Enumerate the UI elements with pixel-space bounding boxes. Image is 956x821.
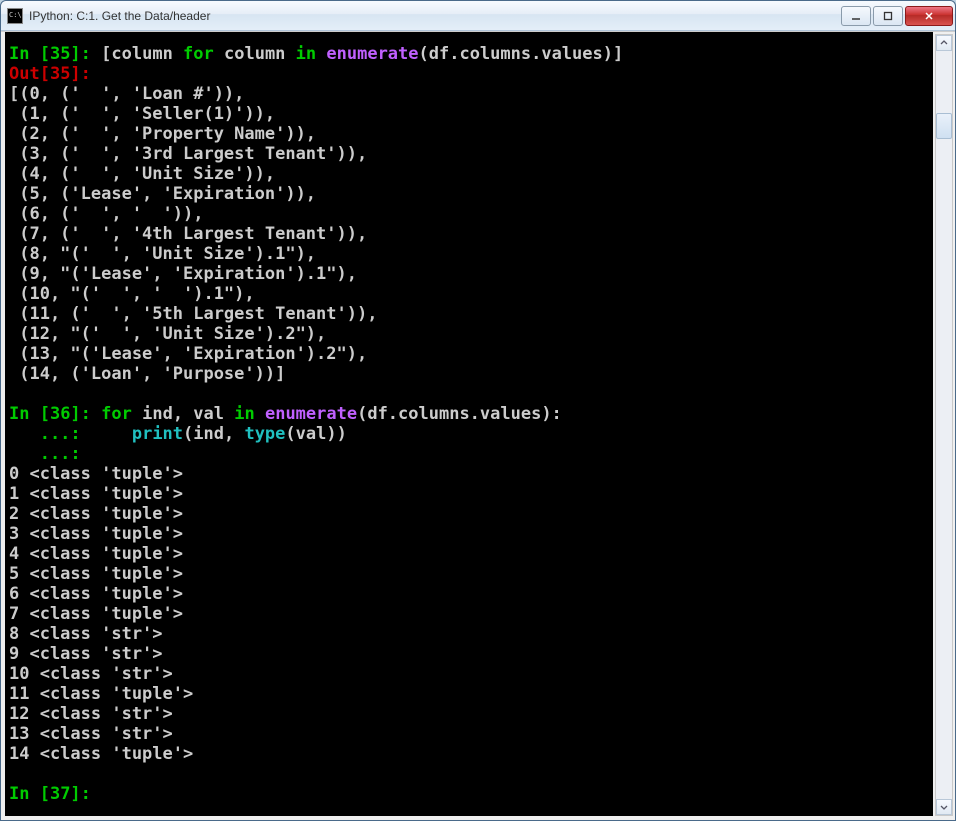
out-line: 12 <class 'str'> [9,704,173,724]
out-line: 6 <class 'tuple'> [9,584,183,604]
terminal-output[interactable]: In [35]: [column for column in enumerate… [5,32,933,816]
out-line: 2 <class 'tuple'> [9,504,183,524]
out-line: (6, (' ', ' ')), [9,204,203,224]
window-controls [841,6,953,26]
continuation-prompt: ...: [9,424,81,444]
out-line: (4, (' ', 'Unit Size')), [9,164,275,184]
maximize-icon [883,11,893,21]
in-prompt: In [9,44,40,64]
chevron-down-icon [940,803,948,811]
maximize-button[interactable] [873,6,903,26]
console-window: IPython: C:1. Get the Data/header In [35… [0,0,956,821]
out-line: 0 <class 'tuple'> [9,464,183,484]
out-line: 1 <class 'tuple'> [9,484,183,504]
out-line: (2, (' ', 'Property Name')), [9,124,316,144]
out-line: 4 <class 'tuple'> [9,544,183,564]
close-button[interactable] [905,6,953,26]
scroll-thumb[interactable] [936,113,952,139]
out-line: 9 <class 'str'> [9,644,163,664]
in-prompt: In [9,784,40,804]
out-line: 5 <class 'tuple'> [9,564,183,584]
out-line: 10 <class 'str'> [9,664,173,684]
out-line: (10, "(' ', ' ').1"), [9,284,255,304]
out-line: (7, (' ', '4th Largest Tenant')), [9,224,367,244]
chevron-up-icon [940,39,948,47]
window-title: IPython: C:1. Get the Data/header [29,9,841,23]
out-prompt: Out [9,64,40,84]
minimize-button[interactable] [841,6,871,26]
app-icon [7,8,23,24]
out-line: 3 <class 'tuple'> [9,524,183,544]
out-line: 7 <class 'tuple'> [9,604,183,624]
titlebar[interactable]: IPython: C:1. Get the Data/header [1,1,955,31]
out-line: 13 <class 'str'> [9,724,173,744]
out-line: 8 <class 'str'> [9,624,163,644]
in-prompt: In [9,404,40,424]
out-line: (13, "('Lease', 'Expiration').2"), [9,344,367,364]
continuation-prompt: ...: [9,444,81,464]
out-line: 11 <class 'tuple'> [9,684,193,704]
scroll-up-button[interactable] [936,35,952,51]
out-line: [(0, (' ', 'Loan #')), [9,84,244,104]
out-line: (14, ('Loan', 'Purpose'))] [9,364,285,384]
close-icon [924,11,934,21]
out-line: 14 <class 'tuple'> [9,744,193,764]
out-line: (8, "(' ', 'Unit Size').1"), [9,244,316,264]
terminal-area: In [35]: [column for column in enumerate… [1,31,955,820]
out-line: (1, (' ', 'Seller(1)')), [9,104,275,124]
vertical-scrollbar[interactable] [935,34,953,816]
out-line: (5, ('Lease', 'Expiration')), [9,184,316,204]
out-line: (11, (' ', '5th Largest Tenant')), [9,304,377,324]
scroll-down-button[interactable] [936,799,952,815]
out-line: (9, "('Lease', 'Expiration').1"), [9,264,357,284]
out-line: (3, (' ', '3rd Largest Tenant')), [9,144,367,164]
out-line: (12, "(' ', 'Unit Size').2"), [9,324,326,344]
minimize-icon [851,11,861,21]
